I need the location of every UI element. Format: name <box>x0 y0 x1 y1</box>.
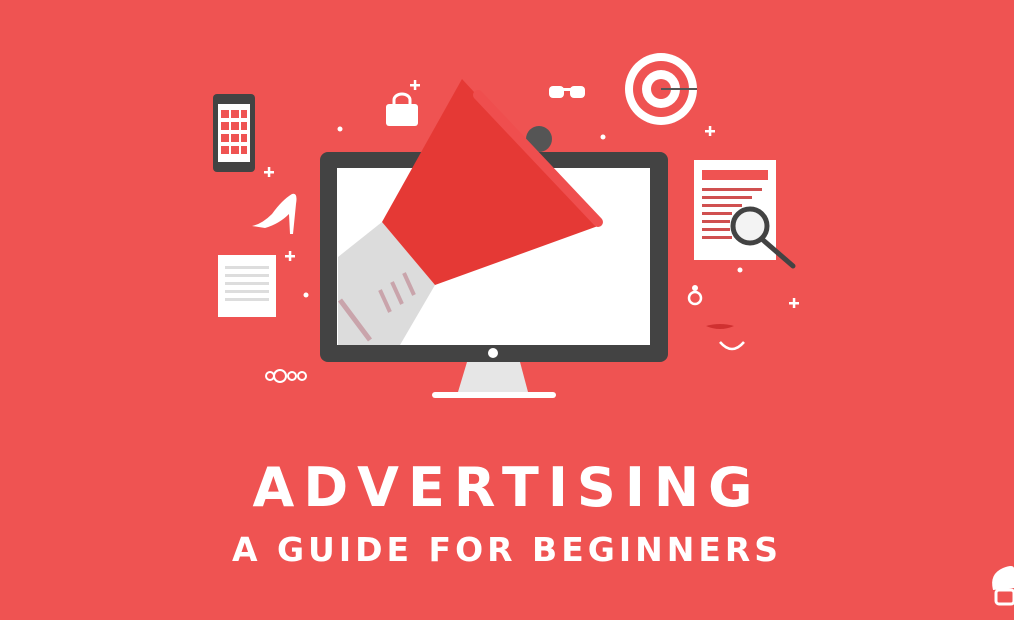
page-title: ADVERTISING <box>252 456 762 519</box>
high-heel-icon <box>252 193 297 234</box>
sunglasses-icon <box>549 86 585 98</box>
notepad-icon <box>218 255 276 317</box>
advertising-illustration <box>213 53 1014 606</box>
mustache-icon <box>706 324 745 351</box>
handbag-icon <box>386 92 418 126</box>
logo-icon <box>992 566 1014 606</box>
smartphone-icon <box>213 94 255 172</box>
page-subtitle: A GUIDE FOR BEGINNERS <box>231 530 783 569</box>
target-icon <box>625 53 697 125</box>
document-icon <box>694 160 776 260</box>
ring-icon <box>687 285 703 306</box>
bracelet-icon <box>265 369 307 383</box>
